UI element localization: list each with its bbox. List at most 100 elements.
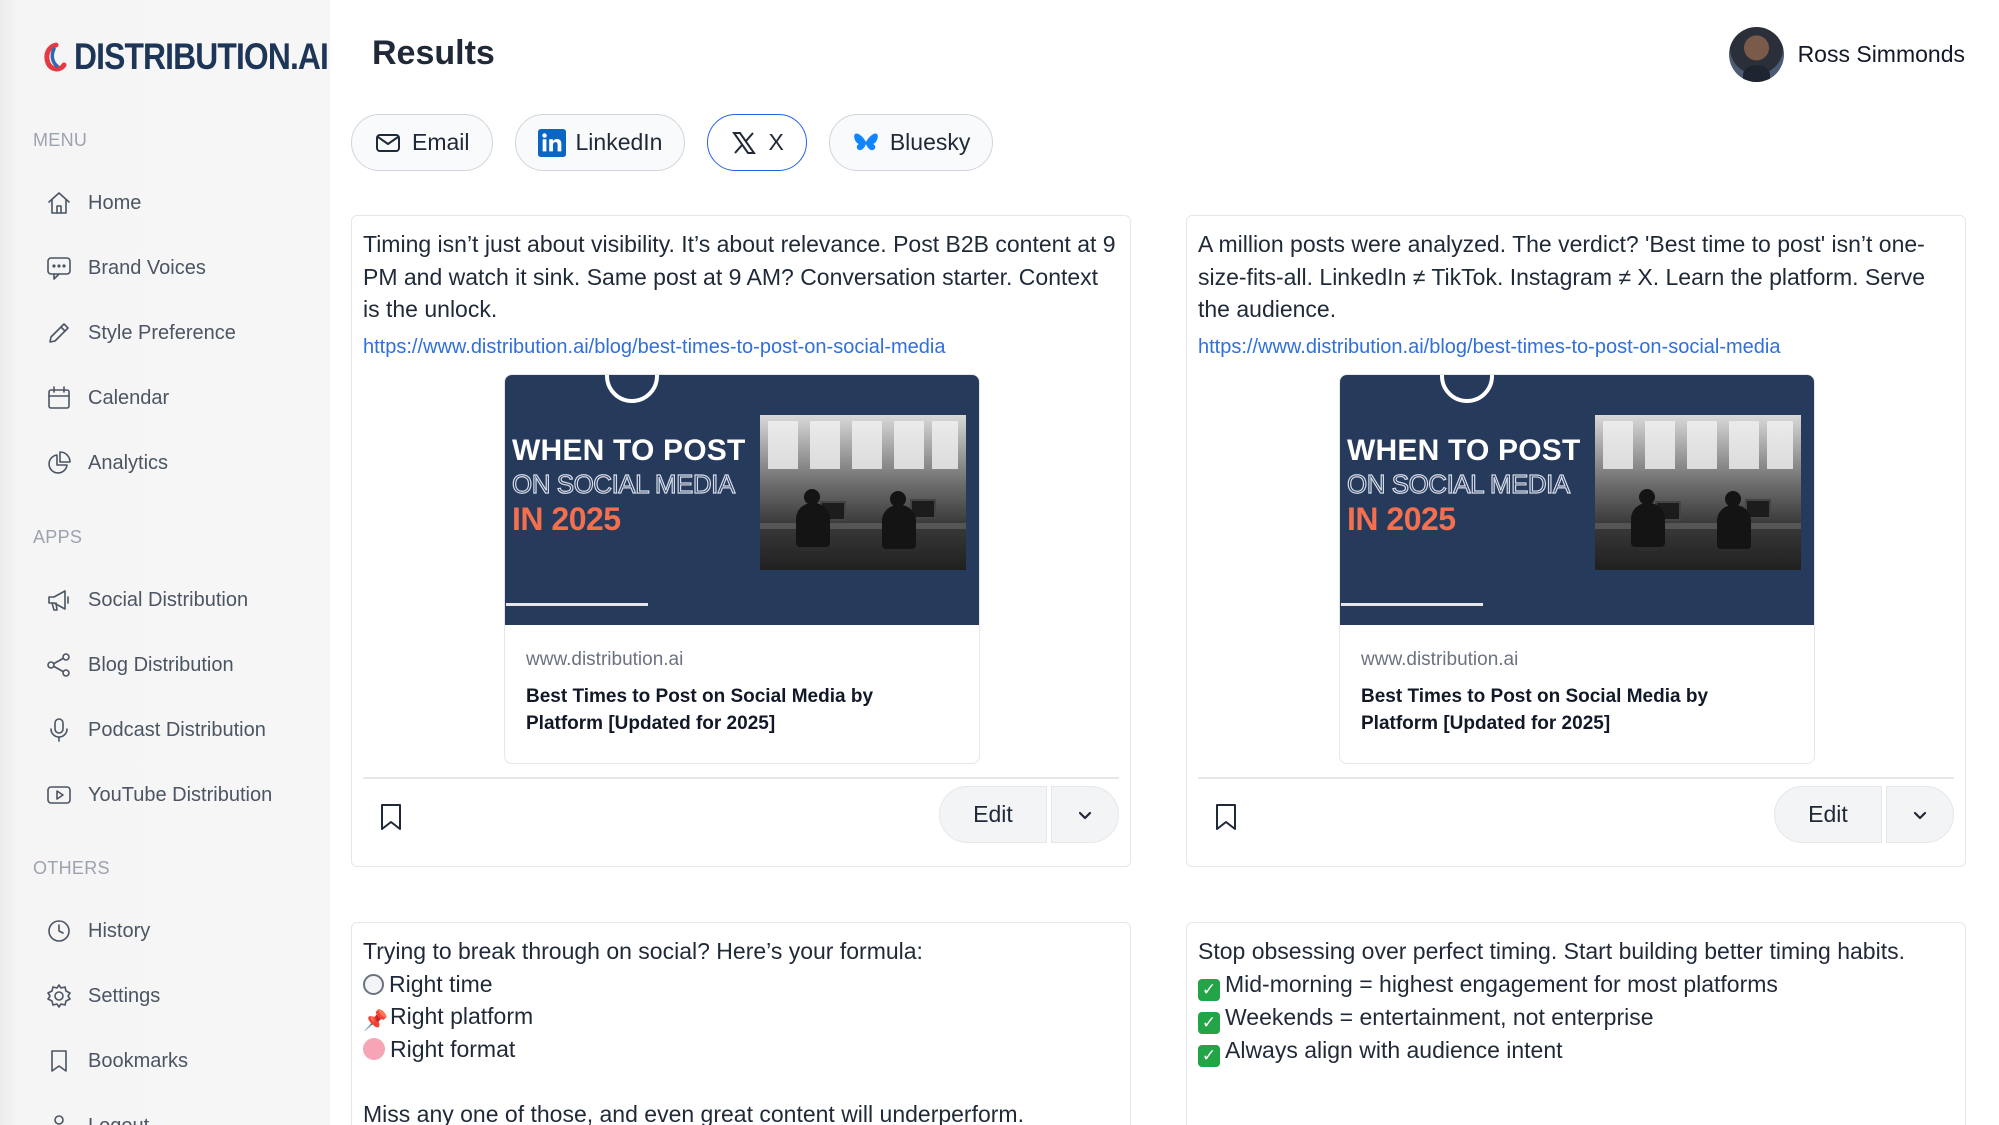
gear-icon [44, 981, 74, 1011]
butterfly-icon [852, 129, 880, 157]
sidebar-item-label: Style Preference [88, 321, 236, 344]
post-card-3: Trying to break through on social? Here’… [351, 922, 1131, 1125]
sidebar-item-label: Calendar [88, 386, 170, 409]
home-icon [44, 188, 74, 218]
tab-label: LinkedIn [575, 129, 663, 155]
list-item: ✓ Weekends = entertainment, not enterpris… [1198, 1001, 1951, 1034]
logout-icon [44, 1111, 74, 1125]
link-preview[interactable]: WHEN TO POST ON SOCIAL MEDIA IN 2025 www… [504, 374, 980, 764]
link-preview[interactable]: WHEN TO POST ON SOCIAL MEDIA IN 2025 www… [1339, 374, 1815, 764]
bookmark-icon [381, 804, 401, 830]
check-mark-emoji-icon: ✓ [1198, 1011, 1220, 1034]
list-item: ✓ Always align with audience intent [1198, 1034, 1951, 1067]
chevron-down-icon [1913, 811, 1927, 819]
edit-button[interactable]: Edit [939, 786, 1047, 843]
sidebar-item-analytics[interactable]: Analytics [44, 443, 168, 483]
post-card-4: Stop obsessing over perfect timing. Star… [1186, 922, 1966, 1125]
list-item: Right format [363, 1033, 1116, 1066]
preview-headline-3: IN 2025 [1347, 501, 1456, 537]
sidebar-item-brand-voices[interactable]: Brand Voices [44, 248, 206, 288]
linkedin-icon [537, 128, 566, 157]
preview-headline-1: WHEN TO POST [512, 434, 746, 467]
sidebar-item-label: Brand Voices [88, 256, 206, 279]
tab-label: Email [412, 129, 470, 155]
sidebar-item-label: Logout [88, 1115, 149, 1125]
sidebar-item-label: Home [88, 191, 142, 214]
sidebar-item-social-distribution[interactable]: Social Distribution [44, 580, 248, 620]
post-card-1: Timing isn’t just about visibility. It’s… [351, 215, 1131, 867]
x-icon [730, 129, 758, 157]
sidebar-item-history[interactable]: History [44, 911, 150, 951]
play-icon [44, 780, 74, 810]
list-item: 📌Right platform [363, 1003, 534, 1032]
tab-x[interactable]: X [707, 114, 807, 171]
sidebar-item-style-preference[interactable]: Style Preference [44, 313, 236, 353]
brain-emoji-icon [363, 1037, 385, 1060]
sidebar-item-youtube-distribution[interactable]: YouTube Distribution [44, 775, 272, 815]
decorative-circle [605, 375, 659, 403]
sidebar-item-logout[interactable]: Logout [44, 1106, 149, 1125]
list-item: Right time [363, 968, 1116, 1001]
preview-headline-1: WHEN TO POST [1347, 434, 1581, 467]
pencil-icon [44, 318, 74, 348]
chat-icon [44, 253, 74, 283]
calendar-icon [44, 383, 74, 413]
mail-icon [374, 129, 402, 157]
card-divider [1198, 777, 1954, 779]
edit-button[interactable]: Edit [1774, 786, 1882, 843]
sidebar-item-home[interactable]: Home [44, 183, 141, 223]
tab-bluesky[interactable]: Bluesky [828, 114, 994, 171]
bookmark-button[interactable] [1211, 800, 1241, 834]
bookmark-icon [44, 1046, 74, 1076]
brand-name: DISTRIBUTION.AI [74, 36, 329, 77]
post-card-2: A million posts were analyzed. The verdi… [1186, 215, 1966, 867]
preview-domain: www.distribution.ai [526, 649, 684, 670]
avatar[interactable] [1728, 27, 1784, 82]
user-name: Ross Simmonds [1797, 41, 1965, 67]
section-label-others: OTHERS [33, 858, 110, 878]
tab-email[interactable]: Email [351, 114, 493, 171]
user-profile[interactable]: Ross Simmonds [1728, 27, 1965, 82]
sidebar: DISTRIBUTION.AI MENU Home Brand Voices S… [0, 0, 330, 1125]
post-text: Timing isn’t just about visibility. It’s… [363, 231, 1116, 322]
post-intro: Trying to break through on social? Here’… [363, 938, 923, 964]
card-divider [363, 777, 1119, 779]
sidebar-item-label: Blog Distribution [88, 653, 234, 676]
preview-rule [1341, 603, 1483, 606]
clock-icon [44, 916, 74, 946]
sidebar-item-label: Settings [88, 984, 161, 1007]
tab-label: Bluesky [889, 129, 971, 155]
preview-image: WHEN TO POST ON SOCIAL MEDIA IN 2025 [505, 375, 979, 625]
sidebar-item-label: Analytics [88, 451, 169, 474]
edit-options-button[interactable] [1051, 786, 1119, 843]
sidebar-item-podcast-distribution[interactable]: Podcast Distribution [44, 710, 266, 750]
edit-options-button[interactable] [1886, 786, 1954, 843]
office-photo [1595, 415, 1801, 570]
check-mark-emoji-icon: ✓ [1198, 978, 1220, 1001]
preview-title: Best Times to Post on Social Media by Pl… [526, 686, 874, 734]
microphone-icon [44, 715, 74, 745]
post-link[interactable]: https://www.distribution.ai/blog/best-ti… [363, 336, 945, 359]
bookmark-button[interactable] [376, 800, 406, 834]
post-intro: Stop obsessing over perfect timing. Star… [1198, 938, 1905, 964]
preview-headline-3: IN 2025 [512, 501, 621, 537]
sidebar-item-label: YouTube Distribution [88, 783, 273, 806]
office-photo [760, 415, 966, 570]
pie-chart-icon [44, 448, 74, 478]
tab-label: X [768, 129, 784, 155]
sidebar-item-blog-distribution[interactable]: Blog Distribution [44, 645, 234, 685]
sidebar-item-bookmarks[interactable]: Bookmarks [44, 1041, 188, 1081]
logo-mark-icon [44, 42, 67, 72]
sidebar-item-settings[interactable]: Settings [44, 976, 160, 1016]
tab-linkedin[interactable]: LinkedIn [514, 114, 686, 171]
sidebar-item-calendar[interactable]: Calendar [44, 378, 169, 418]
preview-domain: www.distribution.ai [1361, 649, 1519, 670]
post-text: Trying to break through on social? Here’… [363, 935, 1116, 1125]
preview-image: WHEN TO POST ON SOCIAL MEDIA IN 2025 [1340, 375, 1814, 625]
post-outro: Miss any one of those, and even great co… [363, 1100, 1024, 1125]
brand-logo[interactable]: DISTRIBUTION.AI [42, 36, 369, 78]
edit-button-group: Edit [1774, 786, 1954, 843]
post-link[interactable]: https://www.distribution.ai/blog/best-ti… [1198, 336, 1780, 359]
channel-tabs: Email LinkedIn X Bluesky [351, 114, 1015, 171]
section-label-menu: MENU [33, 130, 88, 150]
